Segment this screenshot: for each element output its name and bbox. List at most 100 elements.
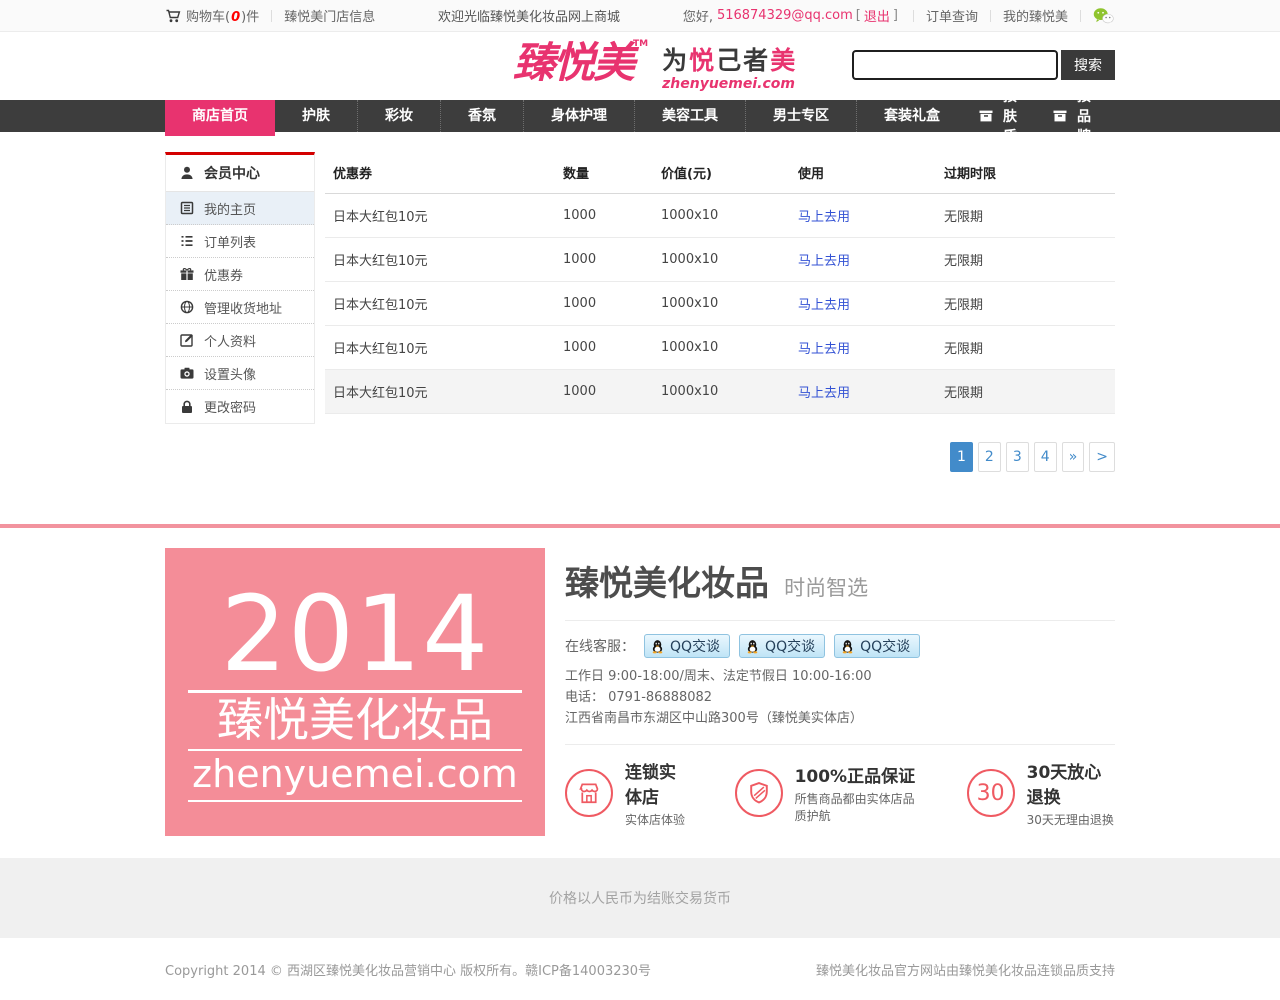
divider bbox=[913, 10, 914, 22]
wechat-icon[interactable] bbox=[1093, 7, 1115, 25]
nav-item-5[interactable]: 美容工具 bbox=[634, 100, 745, 132]
promo-year: 2014 bbox=[188, 582, 522, 693]
coupon-qty: 1000 bbox=[555, 370, 653, 414]
order-query-link[interactable]: 订单查询 bbox=[926, 6, 978, 25]
divider bbox=[271, 10, 272, 22]
coupon-tbody: 日本大红包10元10001000x10马上去用无限期日本大红包10元100010… bbox=[325, 194, 1115, 414]
coupon-action-cell: 马上去用 bbox=[790, 238, 936, 282]
pagination-page[interactable]: > bbox=[1089, 442, 1115, 472]
box-icon bbox=[1052, 108, 1068, 124]
nav-filter-0[interactable]: 按肤质 bbox=[967, 86, 1041, 146]
bracket: [ bbox=[856, 8, 861, 23]
pagination-page[interactable]: 3 bbox=[1006, 442, 1029, 472]
sidebar-item-3[interactable]: 管理收货地址 bbox=[166, 291, 314, 324]
sidebar-item-label: 订单列表 bbox=[204, 232, 256, 251]
cart-label-suffix: )件 bbox=[241, 10, 259, 25]
coupon-action-cell: 马上去用 bbox=[790, 194, 936, 238]
welcome-text: 欢迎光临臻悦美化妆品网上商城 bbox=[375, 6, 683, 25]
main-nav: 商店首页护肤彩妆香氛身体护理美容工具男士专区套装礼盒 按肤质按品牌 bbox=[0, 100, 1280, 132]
feature-badge-30: 30 bbox=[977, 781, 1005, 806]
search-input[interactable] bbox=[852, 50, 1058, 80]
nav-filter-label: 按肤质 bbox=[1003, 86, 1030, 146]
coupon-qty: 1000 bbox=[555, 282, 653, 326]
qq-penguin-icon bbox=[650, 639, 665, 654]
coupon-value: 1000x10 bbox=[653, 282, 790, 326]
coupons-table: 优惠券数量价值(元)使用过期时限 日本大红包10元10001000x10马上去用… bbox=[325, 152, 1115, 414]
qq-penguin-icon bbox=[840, 639, 855, 654]
service-label: 在线客服： bbox=[565, 636, 635, 656]
use-coupon-link[interactable]: 马上去用 bbox=[798, 342, 850, 357]
use-coupon-link[interactable]: 马上去用 bbox=[798, 298, 850, 313]
coupon-action-cell: 马上去用 bbox=[790, 282, 936, 326]
coupon-value: 1000x10 bbox=[653, 238, 790, 282]
nav-filter-1[interactable]: 按品牌 bbox=[1041, 86, 1115, 146]
qq-chat-button[interactable]: QQ交谈 bbox=[739, 634, 825, 658]
camera-icon bbox=[179, 365, 195, 381]
divider bbox=[565, 620, 1115, 621]
main-content: 会员中心 我的主页订单列表优惠券管理收货地址个人资料设置头像更改密码 优惠券数量… bbox=[165, 152, 1115, 472]
use-coupon-link[interactable]: 马上去用 bbox=[798, 210, 850, 225]
lock-icon bbox=[179, 399, 195, 415]
nav-item-4[interactable]: 身体护理 bbox=[523, 100, 634, 132]
promo-banner: 2014 臻悦美化妆品 zhenyuemei.com bbox=[165, 548, 545, 836]
nav-item-6[interactable]: 男士专区 bbox=[745, 100, 856, 132]
qq-chat-button[interactable]: QQ交谈 bbox=[644, 634, 730, 658]
nav-item-3[interactable]: 香氛 bbox=[440, 100, 523, 132]
sidebar-header: 会员中心 bbox=[166, 155, 314, 192]
pagination-page[interactable]: » bbox=[1062, 442, 1085, 472]
nav-item-2[interactable]: 彩妆 bbox=[357, 100, 440, 132]
qq-chat-button[interactable]: QQ交谈 bbox=[834, 634, 920, 658]
coupon-value: 1000x10 bbox=[653, 326, 790, 370]
coupon-name: 日本大红包10元 bbox=[325, 370, 555, 414]
currency-notice: 价格以人民币为结账交易货币 bbox=[0, 858, 1280, 938]
use-coupon-link[interactable]: 马上去用 bbox=[798, 386, 850, 401]
box-icon bbox=[978, 108, 994, 124]
cart-label-prefix: 购物车( bbox=[186, 10, 230, 25]
feature-text: 30天放心退换30天无理由退换 bbox=[1027, 758, 1115, 828]
store-info-link[interactable]: 臻悦美门店信息 bbox=[284, 6, 375, 25]
search-bar: 搜索 bbox=[852, 50, 1115, 80]
pagination-page[interactable]: 2 bbox=[978, 442, 1001, 472]
slogan-char: 美 bbox=[770, 46, 797, 75]
coupon-qty: 1000 bbox=[555, 194, 653, 238]
slogan-char: 者 bbox=[743, 46, 770, 75]
sidebar-item-5[interactable]: 设置头像 bbox=[166, 357, 314, 390]
sidebar-item-1[interactable]: 订单列表 bbox=[166, 225, 314, 258]
coupon-name: 日本大红包10元 bbox=[325, 326, 555, 370]
feature-icon-circle bbox=[565, 769, 613, 817]
coupon-column-header: 优惠券 bbox=[325, 152, 555, 194]
nav-item-0[interactable]: 商店首页 bbox=[165, 100, 275, 136]
sidebar-item-0[interactable]: 我的主页 bbox=[166, 192, 314, 225]
sidebar-item-label: 设置头像 bbox=[204, 364, 256, 383]
pagination: 1234»> bbox=[325, 442, 1115, 472]
page-footer: Copyright 2014 © 西湖区臻悦美化妆品营销中心 版权所有。赣ICP… bbox=[165, 938, 1115, 1000]
divider bbox=[1080, 10, 1081, 22]
nav-item-1[interactable]: 护肤 bbox=[275, 100, 357, 132]
sidebar-item-label: 更改密码 bbox=[204, 397, 256, 416]
shield-icon bbox=[746, 780, 772, 806]
feature-desc: 所售商品都由实体店品质护航 bbox=[795, 790, 925, 824]
cart-link[interactable]: 购物车(0)件 bbox=[186, 6, 259, 25]
nav-item-7[interactable]: 套装礼盒 bbox=[856, 100, 967, 132]
search-button[interactable]: 搜索 bbox=[1061, 50, 1115, 80]
site-logo[interactable]: 臻悦美TM 为悦己者美 zhenyuemei.com bbox=[513, 40, 797, 92]
coupon-column-header: 数量 bbox=[555, 152, 653, 194]
sidebar-item-label: 我的主页 bbox=[204, 199, 256, 218]
pagination-page[interactable]: 4 bbox=[1034, 442, 1057, 472]
globe-icon bbox=[179, 299, 195, 315]
sidebar-item-2[interactable]: 优惠券 bbox=[166, 258, 314, 291]
feature-desc: 实体店体验 bbox=[625, 811, 693, 828]
sidebar-item-4[interactable]: 个人资料 bbox=[166, 324, 314, 357]
copyright-text: Copyright 2014 © 西湖区臻悦美化妆品营销中心 版权所有。赣ICP… bbox=[165, 960, 651, 979]
pagination-page[interactable]: 1 bbox=[950, 442, 973, 472]
sidebar-item-6[interactable]: 更改密码 bbox=[166, 390, 314, 423]
logo-text: 臻悦美TM bbox=[513, 40, 648, 86]
nav-filters: 按肤质按品牌 bbox=[967, 100, 1115, 132]
phone-number: 电话： 0791-86888082 bbox=[565, 688, 1115, 709]
coupon-panel: 优惠券数量价值(元)使用过期时限 日本大红包10元10001000x10马上去用… bbox=[325, 152, 1115, 472]
use-coupon-link[interactable]: 马上去用 bbox=[798, 254, 850, 269]
user-email-link[interactable]: 516874329@qq.com bbox=[717, 8, 853, 23]
feature-desc: 30天无理由退换 bbox=[1027, 811, 1115, 828]
my-account-link[interactable]: 我的臻悦美 bbox=[1003, 6, 1068, 25]
logout-link[interactable]: 退出 bbox=[864, 6, 890, 25]
